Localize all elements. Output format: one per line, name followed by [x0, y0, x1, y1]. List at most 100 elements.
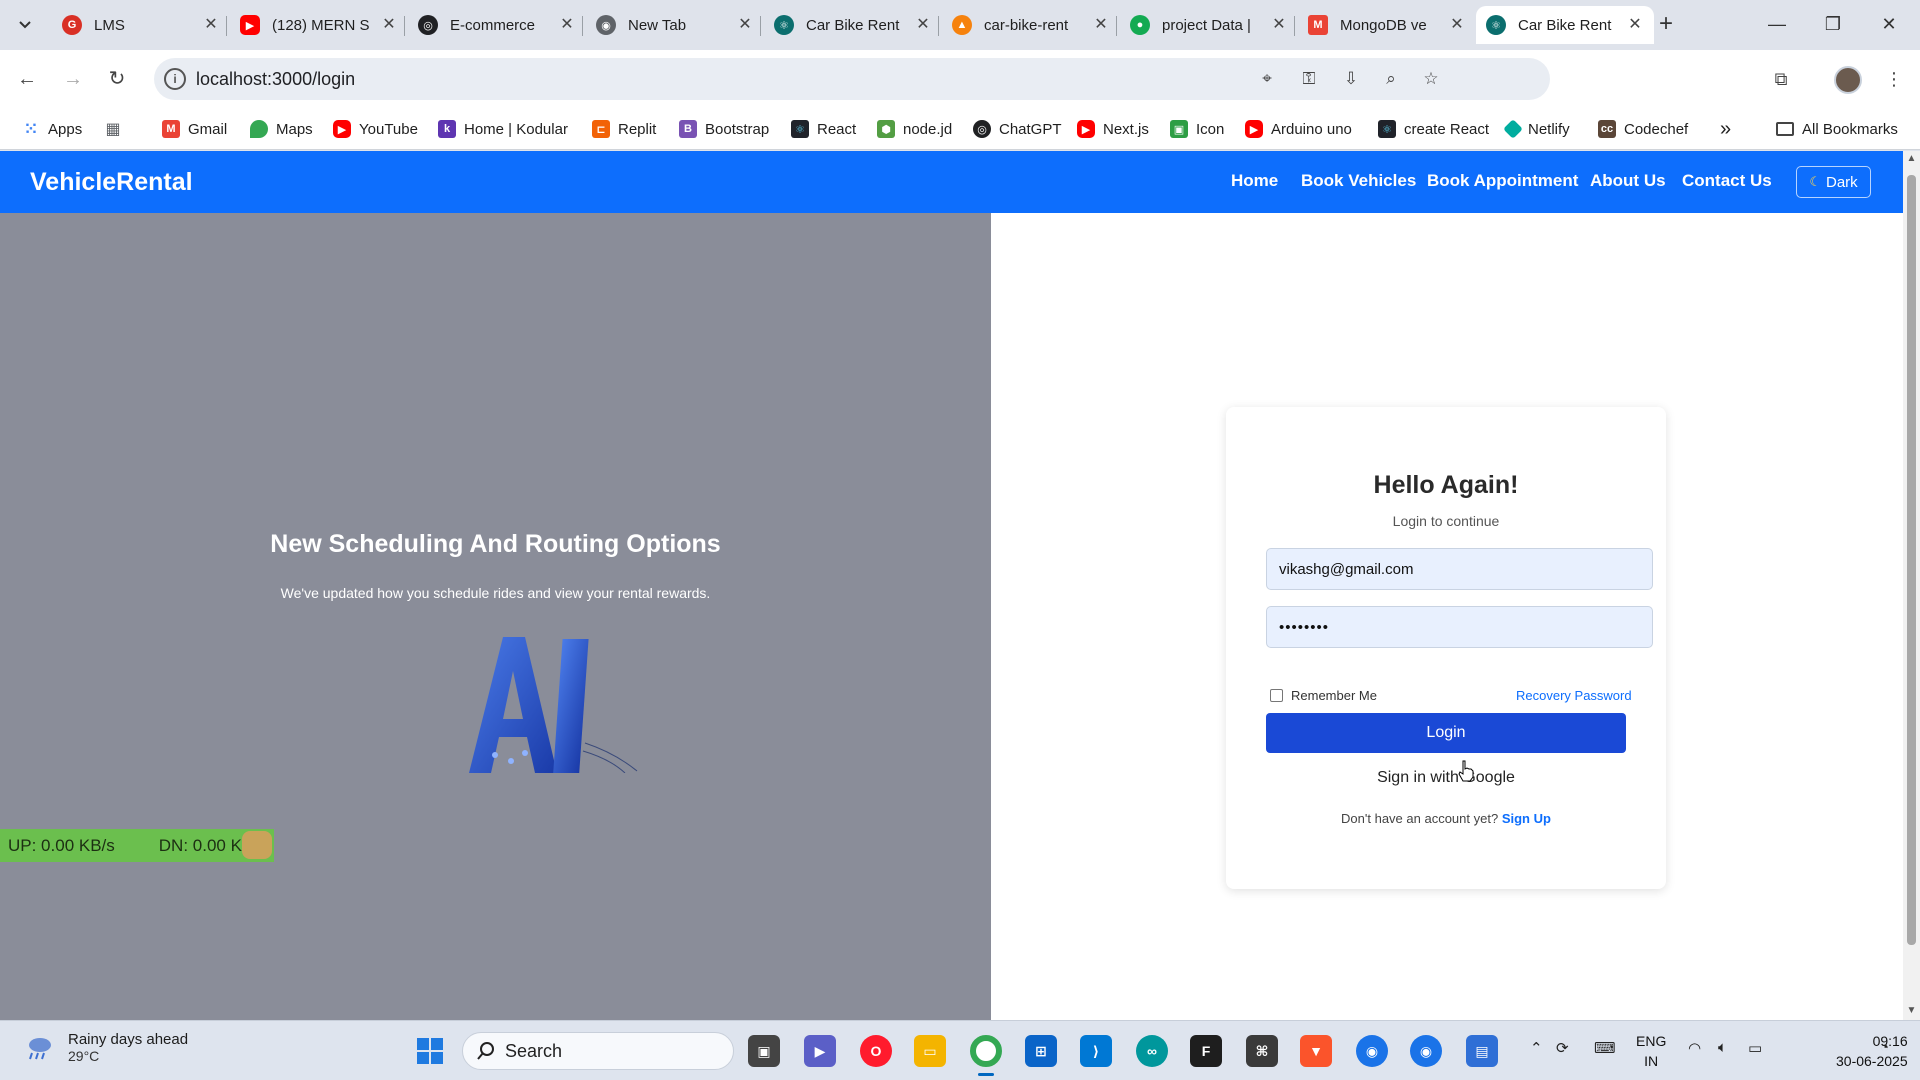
restore-button[interactable]: ❐: [1810, 8, 1856, 40]
remember-me[interactable]: Remember Me: [1270, 688, 1377, 703]
teams-icon[interactable]: ▶: [804, 1035, 836, 1067]
chrome-dev-icon[interactable]: ◉: [1410, 1035, 1442, 1067]
nav-book-vehicles[interactable]: Book Vehicles: [1301, 171, 1416, 191]
bookmark-arduino[interactable]: ▶ Arduino uno: [1245, 117, 1352, 141]
close-icon[interactable]: ✕: [1092, 16, 1110, 34]
bookmark-nodejs[interactable]: ⬢ node.jd: [877, 117, 952, 141]
show-hidden-icons-icon[interactable]: ⌃: [1530, 1039, 1543, 1057]
site-info-icon[interactable]: i: [164, 68, 186, 90]
close-icon[interactable]: ✕: [558, 16, 576, 34]
keyboard-icon[interactable]: ⌨: [1594, 1039, 1616, 1057]
menu-icon[interactable]: ⋮: [1879, 64, 1909, 94]
bookmark-nextjs[interactable]: ▶ Next.js: [1077, 117, 1149, 141]
screen-recorder-icon[interactable]: ▤: [1466, 1035, 1498, 1067]
close-icon[interactable]: ✕: [1270, 16, 1288, 34]
bookmark-gmail[interactable]: M Gmail: [162, 117, 227, 141]
close-icon[interactable]: ✕: [1448, 16, 1466, 34]
tab-car-bike-rent-active[interactable]: ⚛ Car Bike Rent ✕: [1476, 6, 1654, 44]
address-bar[interactable]: i localhost:3000/login ⌖ ⚿ ⇩ ⌕ ☆: [154, 58, 1550, 100]
tab-car-bike-rent[interactable]: ⚛ Car Bike Rent ✕: [764, 6, 942, 44]
dark-mode-toggle[interactable]: ☾ Dark: [1796, 166, 1871, 198]
tab-mern[interactable]: ▶ (128) MERN S ✕: [230, 6, 408, 44]
tab-car-bike-rent-firebase[interactable]: ▲ car-bike-rent ✕: [942, 6, 1120, 44]
close-icon[interactable]: ✕: [914, 16, 932, 34]
new-tab-button[interactable]: +: [1651, 10, 1681, 40]
password-field[interactable]: ••••••••: [1266, 606, 1653, 648]
forward-button[interactable]: →: [56, 62, 90, 96]
login-button[interactable]: Login: [1266, 713, 1626, 753]
bookmark-create-react[interactable]: ⚛ create React: [1378, 117, 1489, 141]
url-text[interactable]: localhost:3000/login: [196, 69, 355, 90]
close-window-button[interactable]: ✕: [1866, 8, 1912, 40]
scroll-thumb[interactable]: [1907, 175, 1916, 945]
sync-icon[interactable]: ⟳: [1556, 1039, 1569, 1057]
ide-app-icon[interactable]: ⌘: [1246, 1035, 1278, 1067]
figma-icon[interactable]: F: [1190, 1035, 1222, 1067]
bookmark-star-icon[interactable]: ☆: [1418, 68, 1444, 90]
tab-ecommerce[interactable]: ◎ E-commerce ✕: [408, 6, 586, 44]
all-bookmarks-button[interactable]: All Bookmarks: [1776, 117, 1898, 141]
bookmark-codechef[interactable]: cc Codechef: [1598, 117, 1688, 141]
close-icon[interactable]: ✕: [202, 16, 220, 34]
task-view-icon[interactable]: ▣: [748, 1035, 780, 1067]
arduino-ide-icon[interactable]: ∞: [1136, 1035, 1168, 1067]
close-icon[interactable]: ✕: [1626, 16, 1644, 34]
notifications-icon[interactable]: ◔: [1880, 1039, 1889, 1056]
bookmark-apps[interactable]: ⁙ Apps: [22, 117, 82, 141]
bookmark-netlify[interactable]: Netlify: [1503, 117, 1570, 141]
brave-icon[interactable]: ▼: [1300, 1035, 1332, 1067]
nav-contact-us[interactable]: Contact Us: [1682, 171, 1772, 191]
bookmark-bootstrap[interactable]: B Bootstrap: [679, 117, 769, 141]
battery-icon[interactable]: ▭: [1748, 1039, 1762, 1057]
location-icon[interactable]: ⌖: [1254, 68, 1280, 90]
password-key-icon[interactable]: ⚿: [1296, 68, 1322, 90]
vscode-icon[interactable]: ⟩: [1080, 1035, 1112, 1067]
system-clock[interactable]: 09:16 30-06-2025: [1836, 1031, 1908, 1071]
install-app-icon[interactable]: ⇩: [1338, 68, 1364, 90]
page-scrollbar[interactable]: ▲ ▼: [1903, 151, 1920, 1020]
bookmark-youtube[interactable]: ▶ YouTube: [333, 117, 418, 141]
reload-button[interactable]: ↻: [100, 62, 134, 96]
nav-about-us[interactable]: About Us: [1590, 171, 1666, 191]
tab-project-data[interactable]: ● project Data | ✕: [1120, 6, 1298, 44]
taskbar-search[interactable]: Search: [462, 1032, 734, 1070]
bookmark-replit[interactable]: ⊏ Replit: [592, 117, 656, 141]
tab-lms[interactable]: G LMS ✕: [52, 6, 230, 44]
nav-book-appointment[interactable]: Book Appointment: [1427, 171, 1578, 191]
bookmark-kodular[interactable]: k Home | Kodular: [438, 117, 568, 141]
close-icon[interactable]: ✕: [380, 16, 398, 34]
remember-me-checkbox[interactable]: [1270, 689, 1283, 702]
zoom-icon[interactable]: ⌕: [1378, 68, 1404, 90]
bookmark-icon-site[interactable]: ▣ Icon: [1170, 117, 1224, 141]
scroll-down-icon[interactable]: ▼: [1906, 1005, 1917, 1016]
file-explorer-icon[interactable]: ▭: [914, 1035, 946, 1067]
bookmark-chatgpt[interactable]: ◎ ChatGPT: [973, 117, 1062, 141]
chrome-icon[interactable]: [970, 1035, 1002, 1067]
recovery-password-link[interactable]: Recovery Password: [1516, 688, 1632, 703]
bookmark-tab-groups[interactable]: ▦: [104, 117, 130, 141]
tab-search-button[interactable]: [8, 10, 42, 40]
close-icon[interactable]: ✕: [736, 16, 754, 34]
wifi-icon[interactable]: ◠: [1688, 1039, 1701, 1057]
weather-widget[interactable]: Rainy days ahead 29°C: [24, 1031, 188, 1064]
tab-mongodb[interactable]: M MongoDB ve ✕: [1298, 6, 1476, 44]
windows-start-icon[interactable]: [414, 1035, 446, 1067]
signup-link[interactable]: Sign Up: [1502, 811, 1551, 826]
scroll-up-icon[interactable]: ▲: [1906, 153, 1917, 164]
tab-new-tab[interactable]: ◉ New Tab ✕: [586, 6, 764, 44]
site-brand[interactable]: VehicleRental: [30, 168, 193, 197]
minimize-button[interactable]: —: [1754, 8, 1800, 40]
back-button[interactable]: ←: [10, 62, 44, 96]
email-field[interactable]: vikashg@gmail.com: [1266, 548, 1653, 590]
google-signin-button[interactable]: Sign in with Google: [1266, 759, 1626, 797]
more-bookmarks-button[interactable]: »: [1720, 117, 1731, 141]
bookmark-react[interactable]: ⚛ React: [791, 117, 856, 141]
opera-icon[interactable]: O: [860, 1035, 892, 1067]
language-indicator[interactable]: ENG IN: [1636, 1031, 1666, 1071]
volume-icon[interactable]: 🔈︎: [1718, 1039, 1727, 1056]
chrome-profile-icon[interactable]: ◉: [1356, 1035, 1388, 1067]
microsoft-store-icon[interactable]: ⊞: [1025, 1035, 1057, 1067]
bookmark-maps[interactable]: Maps: [250, 117, 313, 141]
nav-home[interactable]: Home: [1231, 171, 1278, 191]
extensions-icon[interactable]: ⧉: [1766, 64, 1796, 94]
